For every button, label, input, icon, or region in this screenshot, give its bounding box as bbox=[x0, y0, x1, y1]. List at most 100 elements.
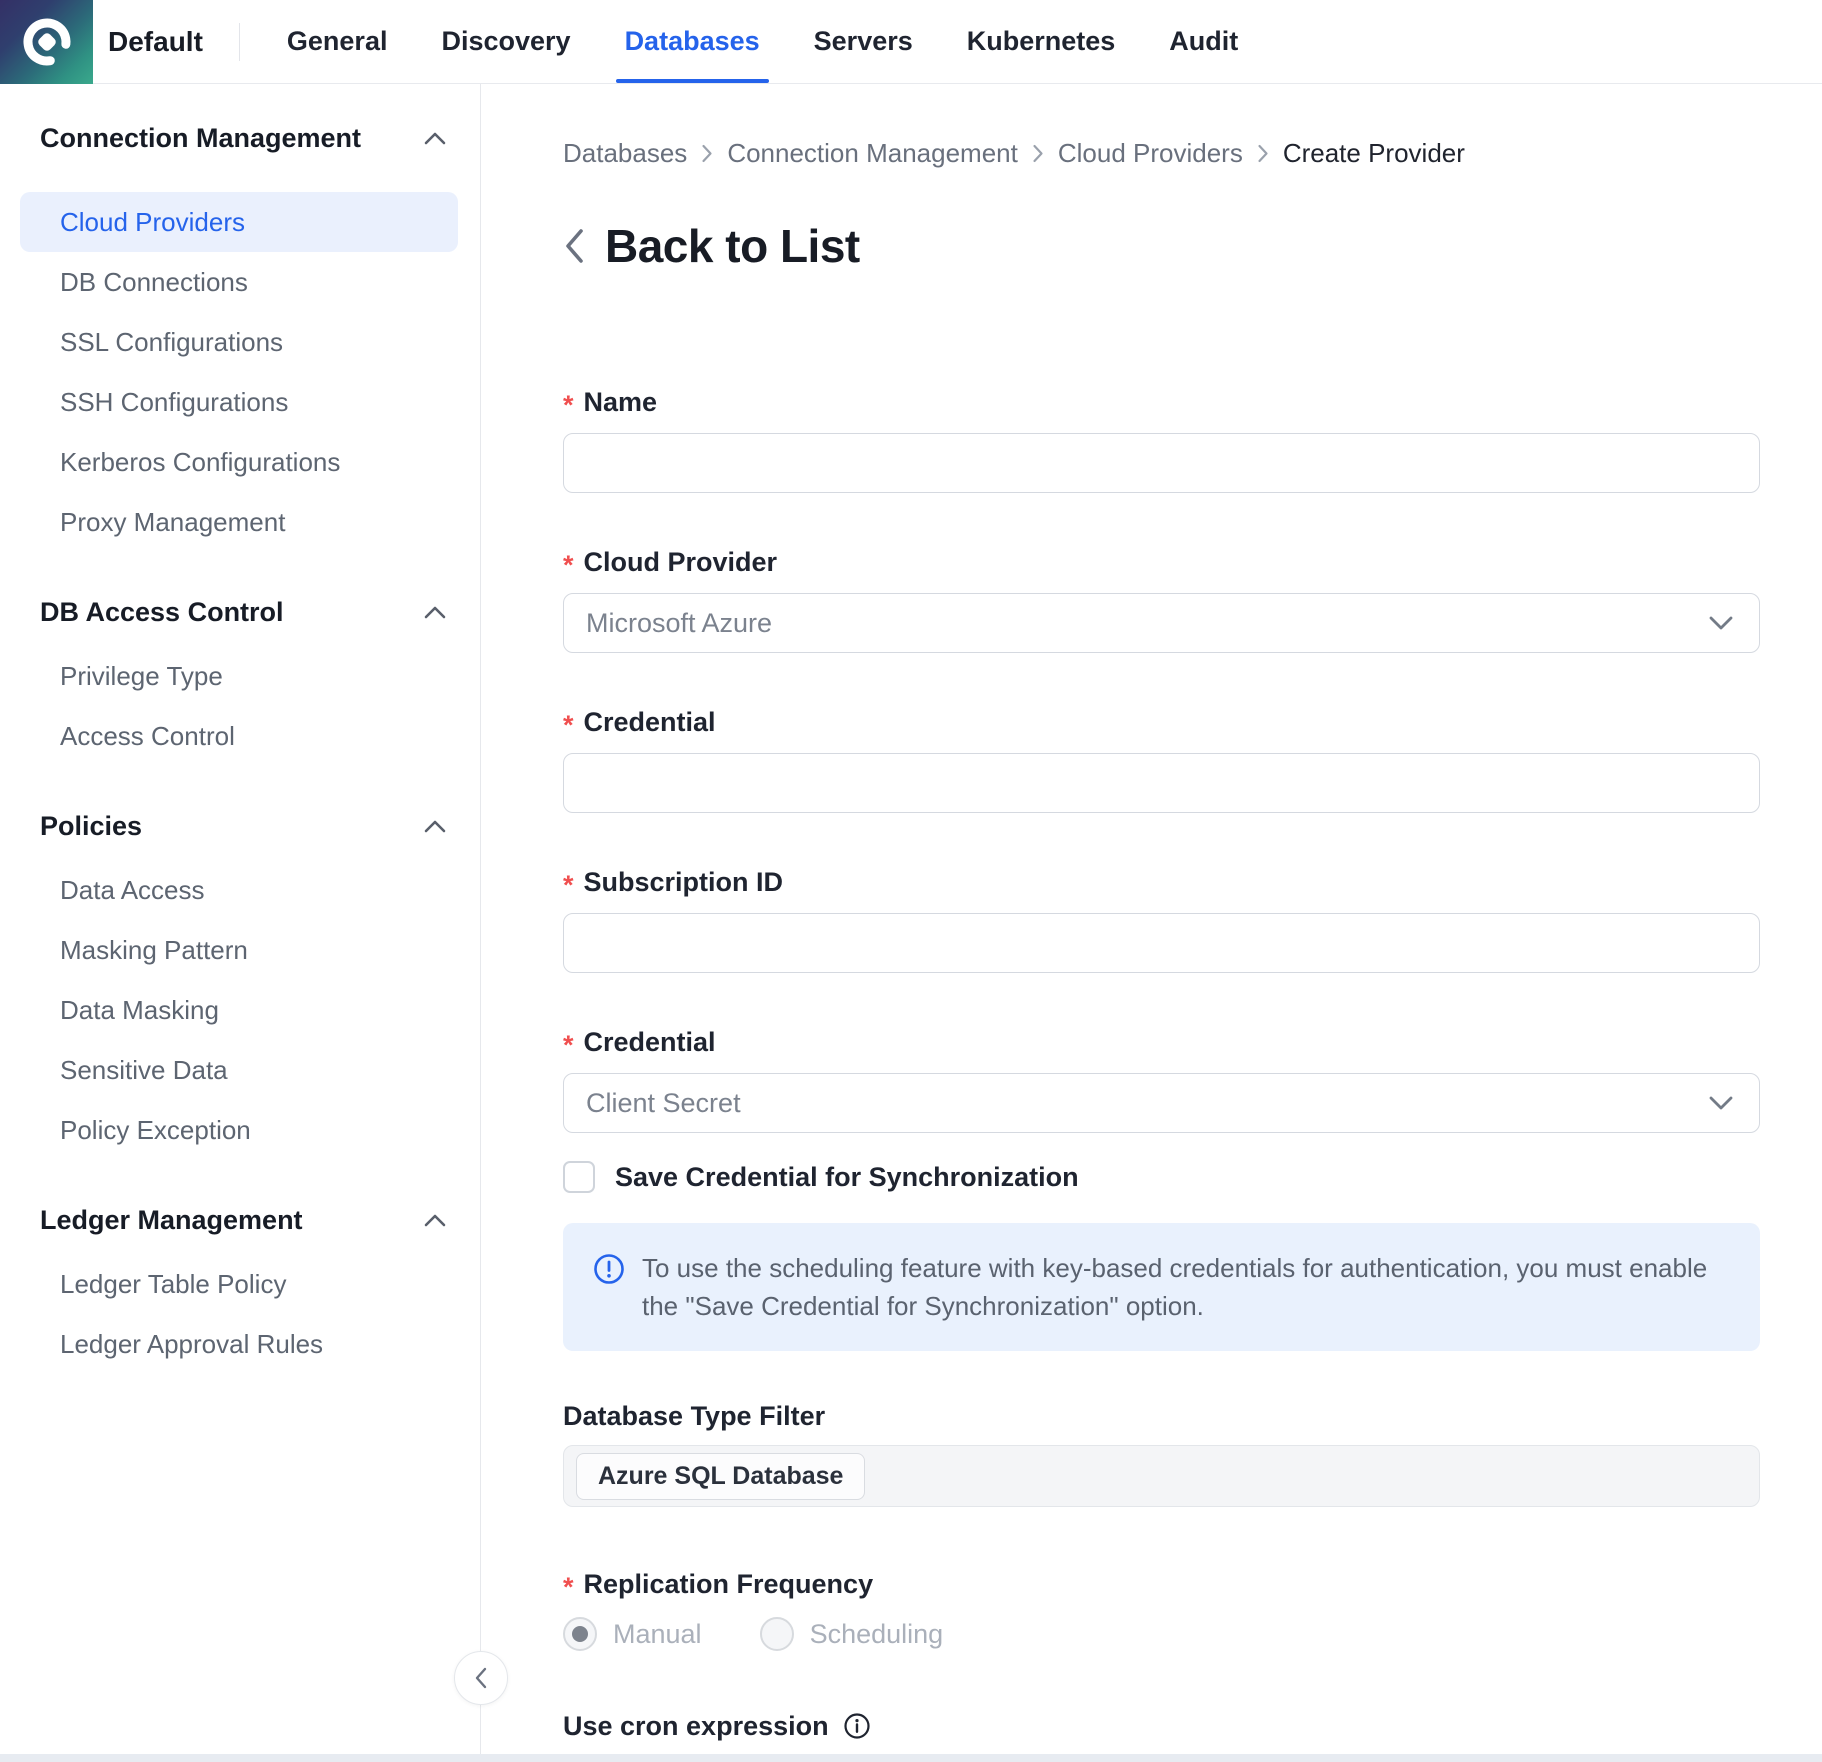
required-asterisk: * bbox=[563, 870, 574, 901]
cloud-provider-value: Microsoft Azure bbox=[586, 608, 772, 639]
info-banner-text: To use the scheduling feature with key-b… bbox=[642, 1249, 1730, 1325]
sidebar-item-ssl-configurations[interactable]: SSL Configurations bbox=[0, 312, 480, 372]
tab-general[interactable]: General bbox=[287, 0, 388, 83]
save-credential-checkbox[interactable] bbox=[563, 1161, 595, 1193]
sidebar-item-privilege-type[interactable]: Privilege Type bbox=[0, 646, 480, 706]
sidebar-item-data-masking[interactable]: Data Masking bbox=[0, 980, 480, 1040]
field-group-subscription-id: * Subscription ID bbox=[563, 865, 1760, 973]
sidebar-item-sensitive-data[interactable]: Sensitive Data bbox=[0, 1040, 480, 1100]
breadcrumb-item-connection-management[interactable]: Connection Management bbox=[727, 138, 1018, 169]
breadcrumb-item-cloud-providers[interactable]: Cloud Providers bbox=[1058, 138, 1243, 169]
chevron-up-icon bbox=[424, 820, 446, 833]
back-button[interactable] bbox=[563, 227, 585, 265]
chevron-up-icon bbox=[424, 606, 446, 619]
name-label: * Name bbox=[563, 385, 1760, 419]
credential-type-select[interactable]: Client Secret bbox=[563, 1073, 1760, 1133]
scheduling-radio bbox=[760, 1617, 794, 1651]
breadcrumb: Databases Connection Management Cloud Pr… bbox=[563, 138, 1760, 169]
field-group-credential-type: * Credential Client Secret bbox=[563, 1025, 1760, 1133]
cloud-provider-label: * Cloud Provider bbox=[563, 545, 1760, 579]
tab-kubernetes[interactable]: Kubernetes bbox=[967, 0, 1116, 83]
sidebar-item-ssh-configurations[interactable]: SSH Configurations bbox=[0, 372, 480, 432]
sidebar-section-header-connection-management[interactable]: Connection Management bbox=[0, 118, 480, 158]
manual-radio-label: Manual bbox=[613, 1619, 702, 1650]
sidebar-item-proxy-management[interactable]: Proxy Management bbox=[0, 492, 480, 552]
sidebar-item-policy-exception[interactable]: Policy Exception bbox=[0, 1100, 480, 1160]
sidebar-item-data-access[interactable]: Data Access bbox=[0, 860, 480, 920]
save-credential-label: Save Credential for Synchronization bbox=[615, 1162, 1079, 1193]
sidebar-section-header-policies[interactable]: Policies bbox=[0, 806, 480, 846]
page-title-row: Back to List bbox=[563, 219, 1760, 273]
sidebar-section-db-access-control: DB Access Control Privilege Type Access … bbox=[0, 592, 480, 766]
credential-type-label: * Credential bbox=[563, 1025, 1760, 1059]
sidebar-section-title: Connection Management bbox=[40, 123, 361, 154]
database-type-tag: Azure SQL Database bbox=[576, 1453, 865, 1500]
sidebar-section-policies: Policies Data Access Masking Pattern Dat… bbox=[0, 806, 480, 1160]
main-tabs: General Discovery Databases Servers Kube… bbox=[287, 0, 1238, 83]
bottom-edge-strip bbox=[0, 1754, 1822, 1762]
logo-glyph-icon bbox=[20, 15, 74, 69]
required-asterisk: * bbox=[563, 550, 574, 581]
sidebar: Connection Management Cloud Providers DB… bbox=[0, 84, 481, 1762]
database-type-filter-field: Azure SQL Database bbox=[563, 1445, 1760, 1507]
chevron-right-icon bbox=[701, 144, 713, 163]
required-asterisk: * bbox=[563, 1030, 574, 1061]
page-title: Back to List bbox=[605, 219, 860, 273]
credential-type-value: Client Secret bbox=[586, 1088, 741, 1119]
sidebar-section-ledger-management: Ledger Management Ledger Table Policy Le… bbox=[0, 1200, 480, 1374]
sidebar-section-title: Policies bbox=[40, 811, 142, 842]
tab-discovery[interactable]: Discovery bbox=[441, 0, 570, 83]
field-group-name: * Name bbox=[563, 385, 1760, 493]
required-asterisk: * bbox=[563, 710, 574, 741]
chevron-left-icon bbox=[474, 1667, 488, 1689]
sidebar-section-header-ledger-management[interactable]: Ledger Management bbox=[0, 1200, 480, 1240]
chevron-down-icon bbox=[1709, 1096, 1733, 1110]
chevron-left-icon bbox=[563, 227, 585, 265]
sidebar-item-cloud-providers[interactable]: Cloud Providers bbox=[20, 192, 458, 252]
tab-servers[interactable]: Servers bbox=[814, 0, 913, 83]
sidebar-item-masking-pattern[interactable]: Masking Pattern bbox=[0, 920, 480, 980]
radio-option-manual: Manual bbox=[563, 1617, 702, 1651]
breadcrumb-item-create-provider: Create Provider bbox=[1283, 138, 1465, 169]
replication-frequency-options: Manual Scheduling bbox=[563, 1615, 1760, 1653]
info-circle-icon bbox=[593, 1253, 625, 1285]
create-provider-form: * Name * Cloud Provider Microsoft Azure bbox=[563, 385, 1760, 1762]
chevron-right-icon bbox=[1257, 144, 1269, 163]
cloud-provider-select[interactable]: Microsoft Azure bbox=[563, 593, 1760, 653]
credential-input[interactable] bbox=[563, 753, 1760, 813]
main-content: Databases Connection Management Cloud Pr… bbox=[481, 84, 1822, 1762]
sidebar-section-header-db-access-control[interactable]: DB Access Control bbox=[0, 592, 480, 632]
info-banner: To use the scheduling feature with key-b… bbox=[563, 1223, 1760, 1351]
subscription-id-label: * Subscription ID bbox=[563, 865, 1760, 899]
database-type-filter-label: Database Type Filter bbox=[563, 1399, 1760, 1433]
topbar-divider bbox=[239, 23, 240, 61]
required-asterisk: * bbox=[563, 1572, 574, 1603]
sidebar-section-title: DB Access Control bbox=[40, 597, 284, 628]
tab-audit[interactable]: Audit bbox=[1169, 0, 1238, 83]
app-logo[interactable] bbox=[0, 0, 93, 84]
scheduling-radio-label: Scheduling bbox=[810, 1619, 944, 1650]
sidebar-item-db-connections[interactable]: DB Connections bbox=[0, 252, 480, 312]
cron-expression-label: Use cron expression bbox=[563, 1709, 1760, 1743]
tab-databases[interactable]: Databases bbox=[625, 0, 760, 83]
chevron-right-icon bbox=[1032, 144, 1044, 163]
sidebar-item-kerberos-configurations[interactable]: Kerberos Configurations bbox=[0, 432, 480, 492]
sidebar-collapse-button[interactable] bbox=[454, 1651, 508, 1705]
credential-label: * Credential bbox=[563, 705, 1760, 739]
chevron-down-icon bbox=[1709, 616, 1733, 630]
radio-option-scheduling: Scheduling bbox=[760, 1617, 944, 1651]
name-input[interactable] bbox=[563, 433, 1760, 493]
chevron-up-icon bbox=[424, 1214, 446, 1227]
save-credential-row: Save Credential for Synchronization bbox=[563, 1157, 1760, 1197]
info-tooltip-icon[interactable] bbox=[843, 1712, 871, 1740]
breadcrumb-item-databases[interactable]: Databases bbox=[563, 138, 687, 169]
subscription-id-input[interactable] bbox=[563, 913, 1760, 973]
sidebar-section-connection-management: Connection Management Cloud Providers DB… bbox=[0, 118, 480, 552]
workspace-selector[interactable]: Default bbox=[108, 26, 203, 58]
page: Default General Discovery Databases Serv… bbox=[0, 0, 1822, 1762]
required-asterisk: * bbox=[563, 390, 574, 421]
sidebar-item-ledger-approval-rules[interactable]: Ledger Approval Rules bbox=[0, 1314, 480, 1374]
field-group-cloud-provider: * Cloud Provider Microsoft Azure bbox=[563, 545, 1760, 653]
sidebar-item-access-control[interactable]: Access Control bbox=[0, 706, 480, 766]
sidebar-item-ledger-table-policy[interactable]: Ledger Table Policy bbox=[0, 1254, 480, 1314]
